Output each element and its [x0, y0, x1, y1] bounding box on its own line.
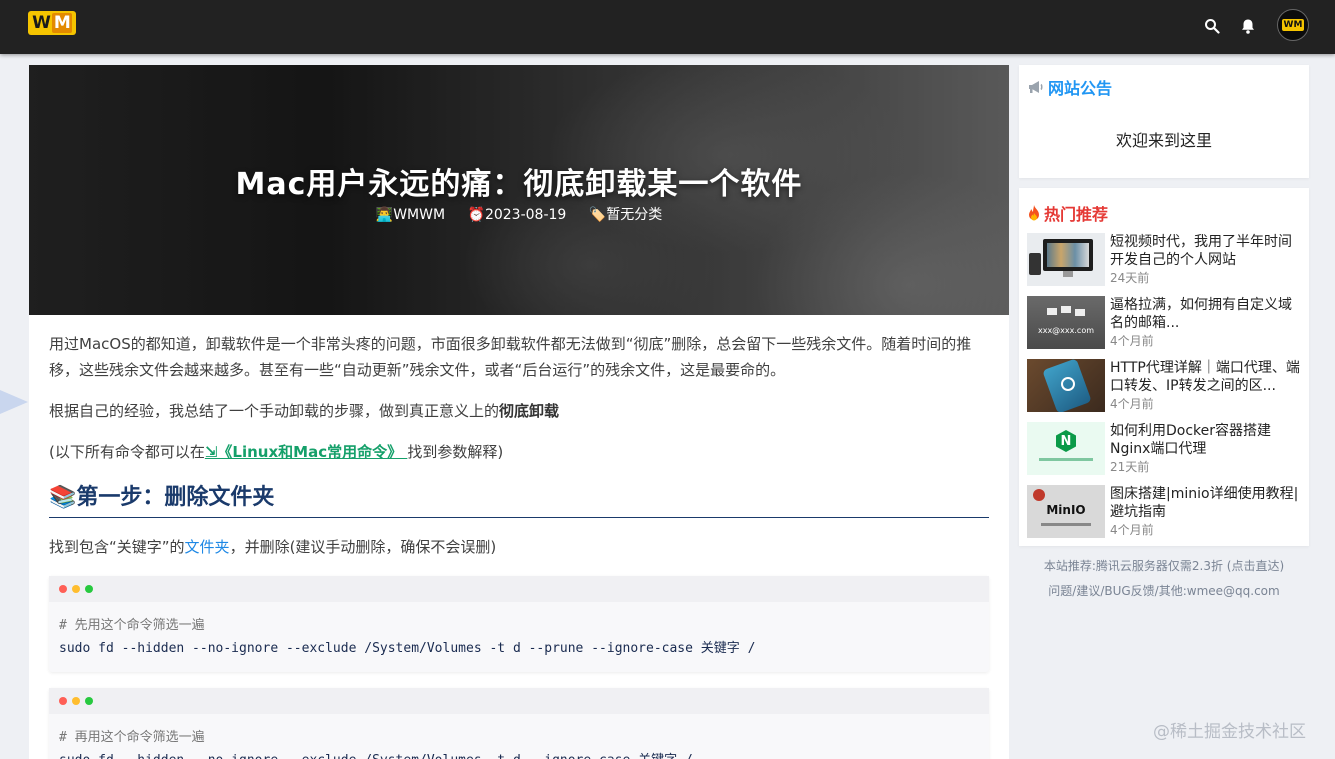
hot-item-date: 4个月前 [1110, 523, 1154, 537]
notice-title-text: 网站公告 [1048, 79, 1113, 98]
notice-title: 网站公告 [1027, 75, 1112, 99]
hot-item[interactable]: xxx@xxx.com 逼格拉满，如何拥有自定义域名的邮箱... 4个月前 [1027, 296, 1303, 359]
code-window-bar [49, 688, 989, 714]
juejin-watermark: @稀土掘金技术社区 [1153, 722, 1306, 742]
article-category[interactable]: 🏷️暂无分类 [589, 207, 662, 223]
hot-item[interactable]: N 如何利用Docker容器搭建Nginx端口代理 21天前 [1027, 422, 1303, 485]
experience-paragraph: 根据自己的经验，我总结了一个手动卸载的步骤，做到真正意义上的彻底卸载 [49, 398, 989, 424]
notice-card: 网站公告 欢迎来到这里 [1019, 65, 1309, 178]
hot-thumbnail: xxx@xxx.com [1027, 296, 1105, 349]
search-icon[interactable] [1201, 15, 1223, 37]
hot-item-title: 逼格拉满，如何拥有自定义域名的邮箱... [1110, 297, 1292, 331]
email-thumb-text: xxx@xxx.com [1037, 326, 1095, 335]
step1-text: 找到包含“关键字”的文件夹，并删除(建议手动删除，确保不会误删) [49, 534, 989, 560]
hot-item-date: 24天前 [1110, 271, 1150, 285]
code-command: sudo fd --hidden --no-ignore --exclude /… [59, 641, 756, 656]
bell-icon[interactable] [1237, 15, 1259, 37]
code-window-bar [49, 576, 989, 602]
site-logo[interactable]: WM [28, 11, 76, 35]
minimize-dot-icon [72, 585, 80, 593]
hot-item-title: HTTP代理详解｜端口代理、端口转发、IP转发之间的区... [1110, 360, 1300, 394]
hot-item-text: 如何利用Docker容器搭建Nginx端口代理 21天前 [1105, 422, 1301, 485]
notice-text: 欢迎来到这里 [1115, 131, 1212, 150]
hot-item-text: 图床搭建|minio详细使用教程|避坑指南 4个月前 [1105, 485, 1301, 548]
intro-paragraph: 用过MacOS的都知道，卸载软件是一个非常头疼的问题，市面很多卸载软件都无法做到… [49, 335, 972, 379]
article-author[interactable]: 👨‍💻WMWM [376, 207, 445, 223]
hot-title: 热门推荐 [1027, 201, 1108, 225]
hot-thumbnail: N [1027, 422, 1105, 475]
hot-item-title: 短视频时代，我用了半年时间开发自己的个人网站 [1110, 234, 1292, 268]
hot-item[interactable]: MinIO 图床搭建|minio详细使用教程|避坑指南 4个月前 [1027, 485, 1303, 548]
article-title: Mac用户永远的痛：彻底卸载某一个软件 [235, 167, 803, 202]
close-dot-icon [59, 585, 67, 593]
hot-item-text: 逼格拉满，如何拥有自定义域名的邮箱... 4个月前 [1105, 296, 1301, 359]
commands-note-suffix: 找到参数解释) [407, 443, 504, 461]
code-block: # 再用这个命令筛选一遍 sudo fd --hidden --no-ignor… [49, 688, 989, 759]
hot-item-title: 图床搭建|minio详细使用教程|避坑指南 [1110, 486, 1299, 520]
nginx-thumb-text: N [1056, 430, 1076, 452]
hot-item[interactable]: HTTP代理详解｜端口代理、端口转发、IP转发之间的区... 4个月前 [1027, 359, 1303, 422]
hot-recommend-card: 热门推荐 短视频时代，我用了半年时间开发自己的个人网站 24天前 xxx@xxx… [1019, 188, 1309, 546]
code-content[interactable]: # 再用这个命令筛选一遍 sudo fd --hidden --no-ignor… [49, 714, 989, 759]
experience-text: 根据自己的经验，我总结了一个手动卸载的步骤，做到真正意义上的 [49, 402, 500, 420]
hot-thumbnail: MinIO [1027, 485, 1105, 538]
code-content[interactable]: # 先用这个命令筛选一遍 sudo fd --hidden --no-ignor… [49, 602, 989, 672]
maximize-dot-icon [85, 697, 93, 705]
megaphone-icon [1027, 79, 1045, 95]
fire-icon [1027, 204, 1041, 222]
commands-note-paragraph: (以下所有命令都可以在⇲《Linux和Mac常用命令》 找到参数解释) [49, 439, 989, 465]
top-navbar: WM WM [0, 0, 1335, 54]
linux-mac-commands-link[interactable]: ⇲《Linux和Mac常用命令》 [205, 443, 407, 461]
commands-note-prefix: (以下所有命令都可以在 [49, 443, 205, 461]
code-block: # 先用这个命令筛选一遍 sudo fd --hidden --no-ignor… [49, 576, 989, 672]
article-body: 用过MacOS的都知道，卸载软件是一个非常头疼的问题，市面很多卸载软件都无法做到… [29, 315, 1009, 759]
minio-thumb-text: MinIO [1046, 503, 1086, 517]
code-comment: # 再用这个命令筛选一遍 [59, 730, 205, 745]
logo-letter-w: W [32, 13, 51, 33]
article-date: ⏰2023-08-19 [467, 207, 567, 223]
step1-text-prefix: 找到包含“关键字”的 [49, 538, 185, 556]
code-comment: # 先用这个命令筛选一遍 [59, 618, 205, 633]
code-command: sudo fd --hidden --no-ignore --exclude /… [59, 749, 979, 759]
logo-letter-m: M [51, 13, 72, 33]
maximize-dot-icon [85, 585, 93, 593]
hot-thumbnail [1027, 359, 1105, 412]
tencent-cloud-promo-link[interactable]: 本站推荐:腾讯云服务器仅需2.3折 (点击直达) [1019, 557, 1309, 574]
step1-text-suffix: ，并删除(建议手动删除，确保不会误删) [229, 538, 497, 556]
step1-heading: 📚第一步：删除文件夹 [49, 485, 989, 518]
hot-item-date: 4个月前 [1110, 334, 1154, 348]
article-card: Mac用户永远的痛：彻底卸载某一个软件 👨‍💻WMWM ⏰2023-08-19 … [29, 65, 1009, 759]
user-avatar[interactable]: WM [1277, 9, 1309, 41]
hot-thumbnail [1027, 233, 1105, 286]
hot-title-text: 热门推荐 [1044, 205, 1109, 224]
article-hero-banner: Mac用户永远的痛：彻底卸载某一个软件 👨‍💻WMWM ⏰2023-08-19 … [29, 65, 1009, 315]
close-dot-icon [59, 697, 67, 705]
experience-bold: 彻底卸载 [499, 402, 560, 420]
hot-item-date: 4个月前 [1110, 397, 1154, 411]
feedback-contact-text: 问题/建议/BUG反馈/其他:wmee@qq.com [1048, 584, 1280, 598]
hot-item-date: 21天前 [1110, 460, 1150, 474]
hot-item-text: 短视频时代，我用了半年时间开发自己的个人网站 24天前 [1105, 233, 1301, 296]
minimize-dot-icon [72, 697, 80, 705]
hot-item-text: HTTP代理详解｜端口代理、端口转发、IP转发之间的区... 4个月前 [1105, 359, 1301, 422]
folder-link[interactable]: 文件夹 [185, 538, 230, 556]
article-meta: 👨‍💻WMWM ⏰2023-08-19 🏷️暂无分类 [29, 204, 1009, 224]
avatar-logo-text: WM [1281, 19, 1305, 31]
background-decoration [0, 390, 28, 414]
hot-item[interactable]: 短视频时代，我用了半年时间开发自己的个人网站 24天前 [1027, 233, 1303, 296]
hot-item-title: 如何利用Docker容器搭建Nginx端口代理 [1110, 423, 1272, 457]
hot-list: 短视频时代，我用了半年时间开发自己的个人网站 24天前 xxx@xxx.com … [1027, 233, 1303, 548]
